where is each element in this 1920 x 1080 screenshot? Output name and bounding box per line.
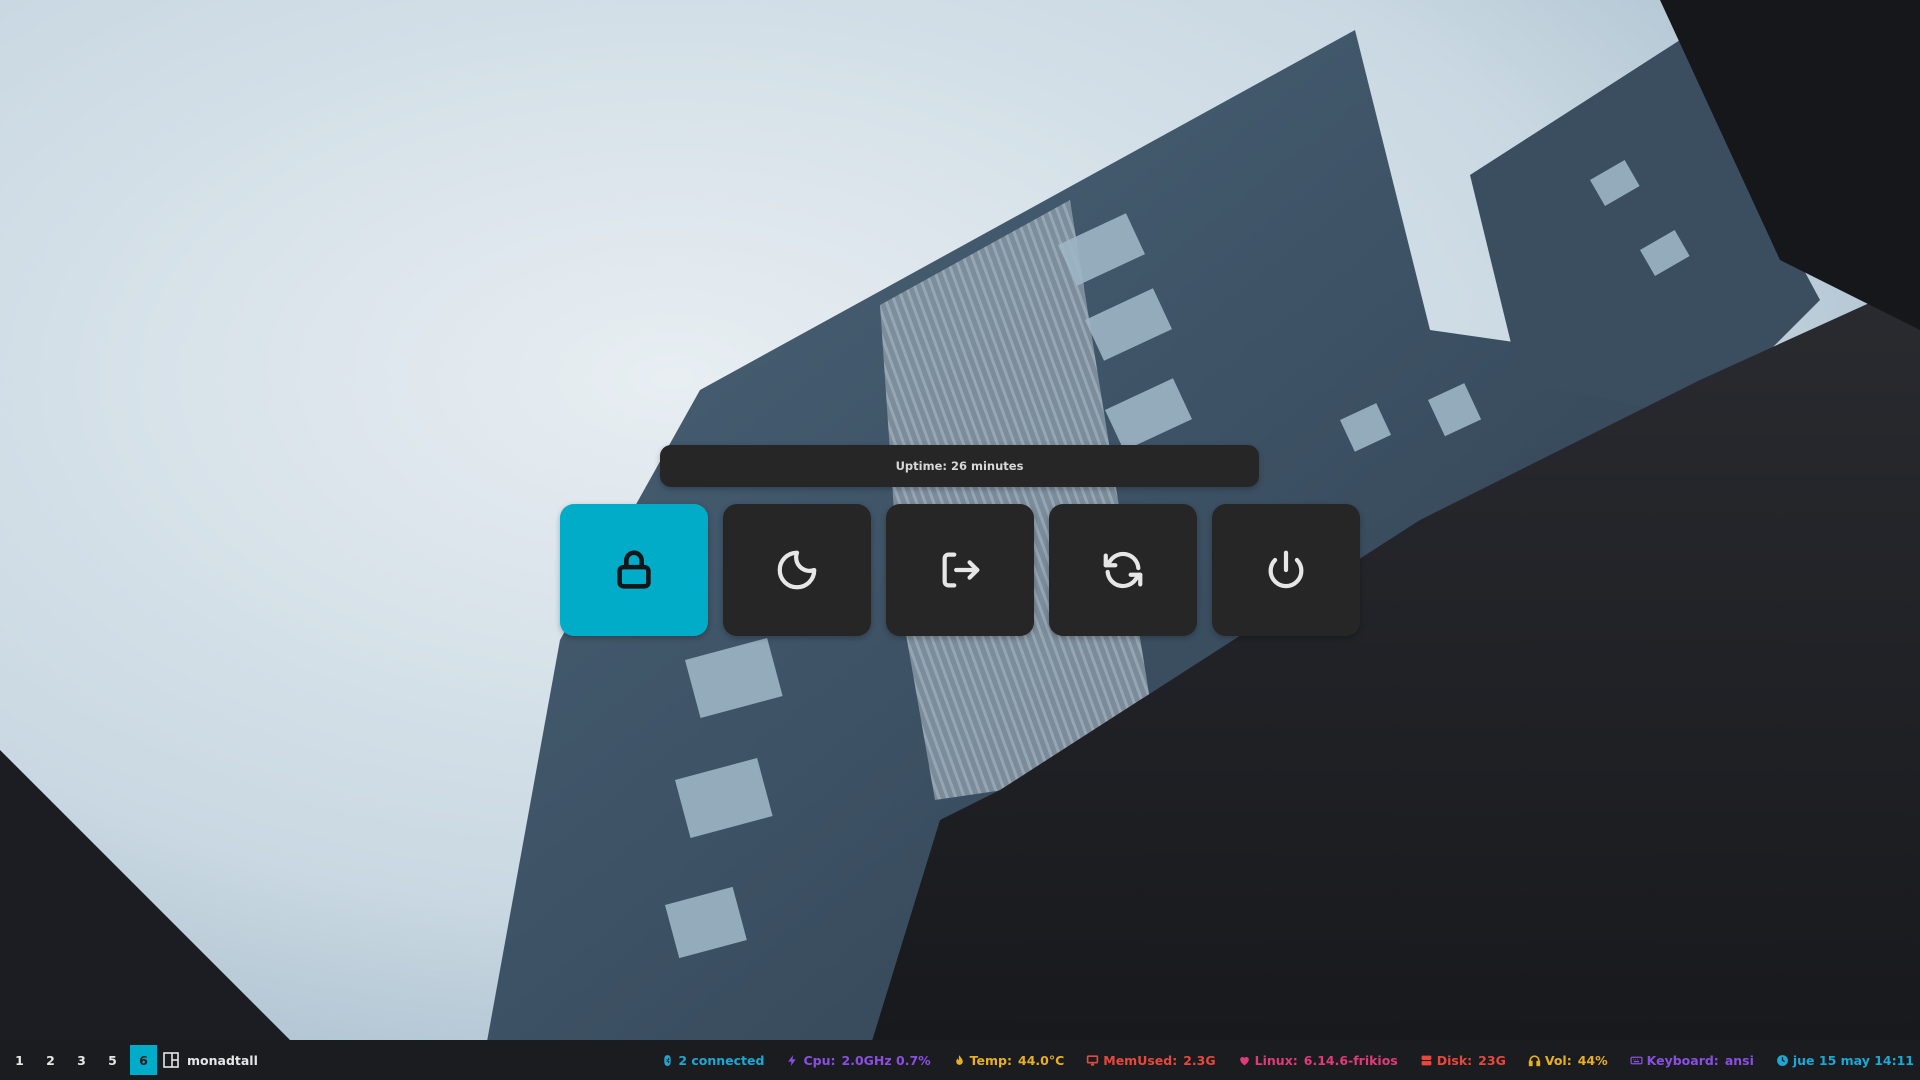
keyboard-label: Keyboard: — [1646, 1052, 1719, 1068]
refresh-icon — [1103, 551, 1143, 589]
headphones-icon — [1528, 1054, 1541, 1066]
workspace-3[interactable]: 3 — [68, 1045, 95, 1075]
lock-button[interactable] — [560, 504, 708, 636]
temp-label: Temp: — [969, 1052, 1012, 1068]
disk-widget[interactable]: Disk: 23G — [1420, 1053, 1506, 1068]
bluetooth-icon — [664, 1054, 672, 1066]
kernel-widget[interactable]: Linux: 6.14.6-frikios — [1238, 1053, 1398, 1068]
cpu-widget[interactable]: Cpu: 2.0GHz 0.7% — [786, 1052, 931, 1068]
layout-indicator[interactable]: monadtall — [163, 1052, 258, 1068]
workspace-1[interactable]: 1 — [6, 1045, 33, 1075]
disk-label: Disk: — [1436, 1052, 1473, 1068]
volume-label: Vol: — [1544, 1052, 1572, 1068]
memory-widget[interactable]: MemUsed: 2.3G — [1086, 1052, 1216, 1068]
status-bar: 1 2 3 5 6 monadtall 2 connected Cpu: 2.0… — [0, 1040, 1920, 1080]
power-menu: Uptime: 26 minutes — [0, 0, 1920, 1040]
temp-widget[interactable]: Temp: 44.0°C — [953, 1052, 1065, 1068]
bluetooth-text: 2 connected — [678, 1052, 765, 1068]
clock-icon — [1776, 1054, 1788, 1066]
keyboard-widget[interactable]: Keyboard: ansi — [1630, 1053, 1754, 1068]
desktop: Uptime: 26 minutes 1 2 3 5 6 monadtall 2… — [0, 0, 1920, 1080]
workspace-2[interactable]: 2 — [37, 1045, 64, 1075]
keyboard-value: ansi — [1724, 1052, 1754, 1068]
lock-icon — [617, 550, 651, 589]
monitor-icon — [1087, 1054, 1099, 1066]
memory-label: MemUsed: — [1103, 1052, 1178, 1068]
temp-value: 44.0°C — [1018, 1052, 1065, 1068]
disk-value: 23G — [1478, 1052, 1506, 1068]
shutdown-button[interactable] — [1212, 504, 1360, 636]
workspace-6[interactable]: 6 — [130, 1045, 157, 1075]
bluetooth-widget[interactable]: 2 connected — [661, 1053, 764, 1068]
workspace-5[interactable]: 5 — [99, 1045, 126, 1075]
moon-icon — [777, 550, 817, 590]
kernel-label: Linux: — [1254, 1052, 1298, 1068]
power-icon — [1268, 550, 1304, 589]
logout-icon — [942, 552, 980, 588]
bolt-icon — [788, 1054, 797, 1066]
volume-widget[interactable]: Vol: 44% — [1528, 1053, 1608, 1068]
kernel-value: 6.14.6-frikios — [1303, 1052, 1398, 1068]
clock-text: jue 15 may 14:11 — [1792, 1052, 1914, 1068]
cpu-label: Cpu: — [803, 1052, 836, 1068]
reboot-button[interactable] — [1049, 504, 1197, 636]
clock-widget[interactable]: jue 15 may 14:11 — [1776, 1053, 1914, 1068]
layout-name: monadtall — [187, 1052, 258, 1068]
workspace-groups: 1 2 3 5 6 — [6, 1040, 161, 1080]
cpu-value: 2.0GHz 0.7% — [841, 1052, 931, 1068]
heart-icon — [1239, 1056, 1249, 1065]
keyboard-icon — [1630, 1056, 1643, 1064]
memory-value: 2.3G — [1183, 1052, 1216, 1068]
suspend-button[interactable] — [723, 504, 871, 636]
fire-icon — [955, 1054, 963, 1065]
volume-value: 44% — [1577, 1052, 1608, 1068]
uptime-label: Uptime: 26 minutes — [660, 445, 1259, 487]
bar-widgets: 2 connected Cpu: 2.0GHz 0.7% Temp: 44.0°… — [639, 1040, 1914, 1080]
logout-button[interactable] — [886, 504, 1034, 636]
layout-icon — [163, 1052, 179, 1068]
disk-icon — [1421, 1055, 1432, 1065]
